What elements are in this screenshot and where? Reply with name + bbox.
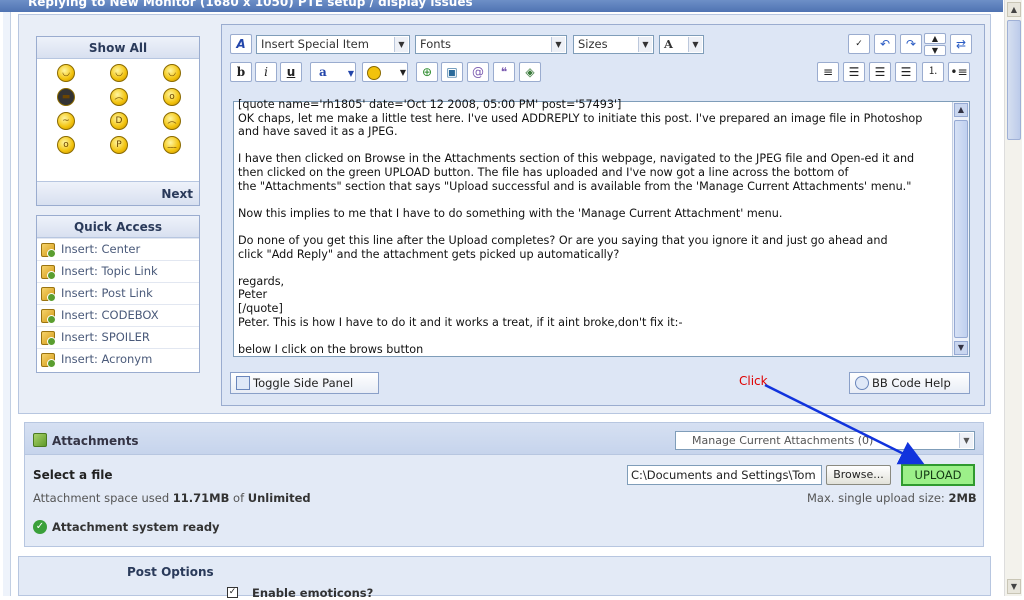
quick-access-item[interactable]: Insert: SPOILER — [37, 326, 199, 348]
laugh-icon[interactable]: D — [110, 112, 128, 130]
file-path-input[interactable]: C:\Documents and Settings\Tom — [627, 465, 822, 485]
insert-quote-icon[interactable]: ❝ — [493, 62, 515, 82]
attachment-status: Attachment system ready — [52, 520, 220, 534]
insert-image-icon[interactable]: ▣ — [441, 62, 463, 82]
post-options-title: Post Options — [127, 565, 214, 579]
grin-icon[interactable]: ◡ — [163, 64, 181, 82]
cool-icon[interactable]: ▬ — [57, 88, 75, 106]
undecided-icon[interactable]: ﹏ — [163, 136, 181, 154]
attachments-panel: Attachments Manage Current Attachments (… — [24, 422, 984, 547]
redo-icon[interactable]: ↷ — [900, 34, 922, 54]
attachments-header: Attachments Manage Current Attachments (… — [25, 423, 983, 455]
numbered-list-icon[interactable]: ⒈ — [922, 62, 944, 82]
align-right-icon[interactable]: ☰ — [895, 62, 917, 82]
post-options-panel: Post Options ✓ Enable emoticons? — [18, 556, 991, 600]
chevron-down-icon: ▼ — [347, 68, 354, 78]
emoticon-button[interactable]: ▼ — [362, 62, 408, 82]
panel-icon — [236, 376, 250, 390]
indent-icon[interactable]: ≡ — [817, 62, 839, 82]
shocked-icon[interactable]: o — [163, 88, 181, 106]
scroll-down-icon[interactable]: ▼ — [1007, 579, 1021, 594]
chevron-down-icon: ▼ — [959, 433, 973, 448]
insert-icon — [41, 286, 56, 302]
surprised-icon[interactable]: o — [57, 136, 75, 154]
italic-button[interactable]: i — [255, 62, 277, 82]
special-item-select[interactable]: Insert Special Item ▼ — [256, 35, 410, 54]
chevron-down-icon: ▼ — [638, 37, 652, 52]
quick-access-item[interactable]: Insert: Topic Link — [37, 260, 199, 282]
next-emoticons-link[interactable]: Next — [37, 181, 199, 205]
bullet-list-icon[interactable]: •≡ — [948, 62, 970, 82]
wink-icon[interactable]: ◡ — [110, 64, 128, 82]
enable-emoticons-label: Enable emoticons? — [252, 586, 374, 600]
quick-access-item[interactable]: Insert: Post Link — [37, 282, 199, 304]
show-all-link[interactable]: Show All — [37, 37, 199, 59]
manage-attachments-select[interactable]: Manage Current Attachments (0) ▼ — [675, 431, 975, 450]
quick-access-item[interactable]: Insert: Center — [37, 238, 199, 260]
check-icon: ✓ — [33, 520, 47, 534]
enable-emoticons-checkbox[interactable]: ✓ — [227, 587, 238, 598]
scroll-up-icon[interactable]: ▲ — [954, 103, 968, 117]
sad-icon[interactable]: ︵ — [163, 112, 181, 130]
angry-icon[interactable]: ︵ — [110, 88, 128, 106]
align-left-icon[interactable]: ☰ — [843, 62, 865, 82]
info-icon — [855, 376, 869, 390]
select-file-label: Select a file — [33, 468, 113, 482]
font-color-select[interactable]: A ▼ — [659, 35, 704, 54]
page-scroll-thumb[interactable] — [1007, 20, 1021, 140]
scroll-up-icon[interactable]: ▲ — [1007, 2, 1021, 17]
window-title: Replying to New Monitor (1680 x 1050) PT… — [28, 0, 473, 9]
upload-button[interactable]: UPLOAD — [901, 464, 975, 486]
undo-icon[interactable]: ↶ — [874, 34, 896, 54]
insert-icon — [41, 352, 56, 368]
huh-icon[interactable]: ~ — [57, 112, 75, 130]
post-body-text: [quote name='rh1805' date='Oct 12 2008, … — [238, 98, 923, 356]
max-upload-text: Max. single upload size: 2MB — [807, 491, 977, 505]
attachment-space-text: Attachment space used 11.71MB of Unlimit… — [33, 491, 311, 505]
resize-down-icon[interactable]: ▼ — [924, 45, 946, 56]
chevron-down-icon: ▼ — [399, 68, 406, 77]
underline-button[interactable]: u — [280, 62, 302, 82]
insert-link-icon[interactable]: ⊕ — [416, 62, 438, 82]
toggle-side-panel-button[interactable]: Toggle Side Panel — [230, 372, 379, 394]
browse-button[interactable]: Browse... — [826, 465, 891, 485]
attachments-title: Attachments — [52, 434, 139, 448]
align-center-icon[interactable]: ☰ — [869, 62, 891, 82]
quick-access-title: Quick Access — [37, 216, 199, 238]
insert-icon — [41, 242, 56, 258]
quick-access-panel: Quick Access Insert: Center Insert: Topi… — [36, 215, 200, 373]
window-title-bar: Replying to New Monitor (1680 x 1050) PT… — [0, 0, 1003, 12]
insert-email-icon[interactable]: @ — [467, 62, 489, 82]
bold-button[interactable]: b — [230, 62, 252, 82]
smiley-icon — [367, 65, 381, 80]
left-border — [3, 12, 11, 596]
switch-mode-icon[interactable]: ⇄ — [950, 34, 972, 54]
text-color-button[interactable]: a ▼ — [310, 62, 356, 82]
spellcheck-icon[interactable]: ✓ — [848, 34, 870, 54]
quick-access-item[interactable]: Insert: Acronym — [37, 348, 199, 370]
font-select[interactable]: Fonts ▼ — [415, 35, 567, 54]
insert-icon — [41, 264, 56, 280]
chevron-down-icon: ▼ — [394, 37, 408, 52]
emoticon-panel: Show All ◡ ◡ ◡ ▬ ︵ o ~ D ︵ o P ﹏ Next — [36, 36, 200, 206]
click-annotation: Click — [739, 374, 768, 388]
insert-icon — [41, 330, 56, 346]
font-style-icon[interactable]: A — [230, 34, 252, 54]
bb-code-help-button[interactable]: BB Code Help — [849, 372, 970, 394]
tongue-icon[interactable]: P — [110, 136, 128, 154]
size-select[interactable]: Sizes ▼ — [573, 35, 654, 54]
chevron-down-icon: ▼ — [551, 37, 565, 52]
chevron-down-icon: ▼ — [688, 37, 702, 52]
quick-access-item[interactable]: Insert: CODEBOX — [37, 304, 199, 326]
insert-code-icon[interactable]: ◈ — [519, 62, 541, 82]
smile-icon[interactable]: ◡ — [57, 64, 75, 82]
insert-icon — [41, 308, 56, 324]
scroll-down-icon[interactable]: ▼ — [954, 341, 968, 355]
attachment-icon — [33, 433, 47, 447]
page-scrollbar[interactable]: ▲ ▼ — [1004, 0, 1022, 596]
scroll-thumb[interactable] — [954, 120, 968, 338]
post-body-textarea[interactable]: [quote name='rh1805' date='Oct 12 2008, … — [233, 98, 970, 357]
textarea-scrollbar[interactable]: ▲ ▼ — [952, 102, 969, 356]
resize-up-icon[interactable]: ▲ — [924, 33, 946, 44]
